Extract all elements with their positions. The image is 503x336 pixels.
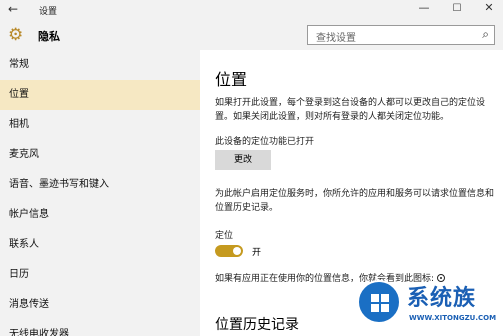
page-title: 隐私 (38, 30, 60, 43)
account-location-text: 为此帐户启用定位服务时，你所允许的应用和服务可以请求位置信息和位置历史记录。 (215, 189, 495, 213)
search-placeholder: 查找设置 (316, 33, 356, 44)
watermark: 系统族 WWW.XITONGZU.COM (357, 278, 503, 336)
sidebar-item-messaging[interactable]: 消息传送 (0, 290, 200, 320)
location-toggle-label: 定位 (215, 231, 234, 241)
close-button[interactable]: ✕ (479, 1, 499, 14)
sidebar-item-general[interactable]: 常规 (0, 50, 200, 80)
sidebar-item-radios[interactable]: 无线电收发器 (0, 320, 200, 336)
sidebar-item-microphone[interactable]: 麦克风 (0, 140, 200, 170)
gear-icon: ⚙ (8, 25, 24, 45)
toggle-knob (233, 247, 241, 255)
title-bar: ← 设置 — ☐ ✕ (0, 0, 503, 20)
sidebar-item-location[interactable]: 位置 (0, 80, 200, 110)
section-heading-location-history: 位置历史记录 (215, 317, 299, 333)
maximize-button[interactable]: ☐ (447, 3, 467, 14)
search-icon[interactable]: ⌕ (482, 27, 489, 42)
watermark-url: WWW.XITONGZU.COM (409, 314, 497, 322)
windows-logo-icon (357, 280, 401, 324)
sidebar-item-account-info[interactable]: 帐户信息 (0, 200, 200, 230)
location-toggle[interactable] (215, 245, 243, 257)
search-input[interactable]: 查找设置 ⌕ (307, 25, 495, 45)
sidebar-item-calendar[interactable]: 日历 (0, 260, 200, 290)
sidebar-item-speech-inking-typing[interactable]: 语音、墨迹书写和键入 (0, 170, 200, 200)
window-title: 设置 (39, 7, 58, 17)
section-heading-location: 位置 (215, 70, 248, 89)
header-bar: ⚙ 隐私 查找设置 ⌕ (0, 20, 503, 50)
back-arrow-icon[interactable]: ← (8, 2, 18, 16)
change-button[interactable]: 更改 (215, 150, 271, 170)
toggle-state-text: 开 (252, 248, 262, 258)
device-status-text: 此设备的定位功能已打开 (215, 137, 315, 147)
intro-text: 如果打开此设置，每个登录到这台设备的人都可以更改自己的定位设置。如果关闭此设置，… (215, 98, 486, 122)
watermark-brand: 系统族 (407, 286, 477, 311)
minimize-button[interactable]: — (414, 1, 434, 14)
sidebar-item-contacts[interactable]: 联系人 (0, 230, 200, 260)
sidebar: 常规 位置 相机 麦克风 语音、墨迹书写和键入 帐户信息 联系人 日历 消息传送… (0, 50, 200, 336)
sidebar-item-camera[interactable]: 相机 (0, 110, 200, 140)
